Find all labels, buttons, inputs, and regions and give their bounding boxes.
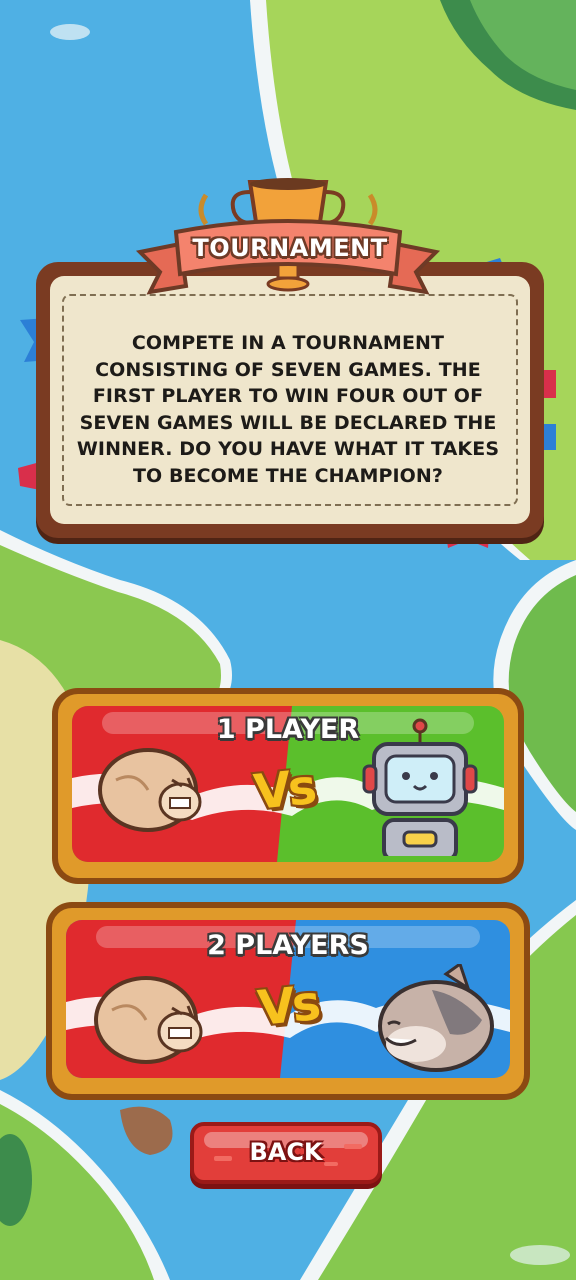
page-title: TOURNAMENT — [192, 234, 388, 262]
back-button[interactable]: BACK — [190, 1122, 382, 1184]
vs-label: Vs — [255, 975, 321, 1037]
one-player-button[interactable]: 1 PLAYER Vs — [52, 688, 524, 884]
tournament-description: COMPETE IN A TOURNAMENT CONSISTING OF SE… — [76, 332, 500, 487]
cat-icon — [378, 964, 494, 1072]
vs-label: Vs — [251, 759, 317, 821]
two-players-label: 2 PLAYERS — [207, 930, 369, 961]
back-label: BACK — [249, 1138, 323, 1166]
hamster-icon — [98, 748, 202, 832]
one-player-label: 1 PLAYER — [216, 714, 360, 745]
two-players-button[interactable]: 2 PLAYERS Vs — [46, 902, 530, 1100]
hamster-icon — [94, 976, 203, 1064]
tournament-panel: TOURNAMENT COMPETE IN A TOURNAMENT CONSI… — [0, 0, 576, 560]
